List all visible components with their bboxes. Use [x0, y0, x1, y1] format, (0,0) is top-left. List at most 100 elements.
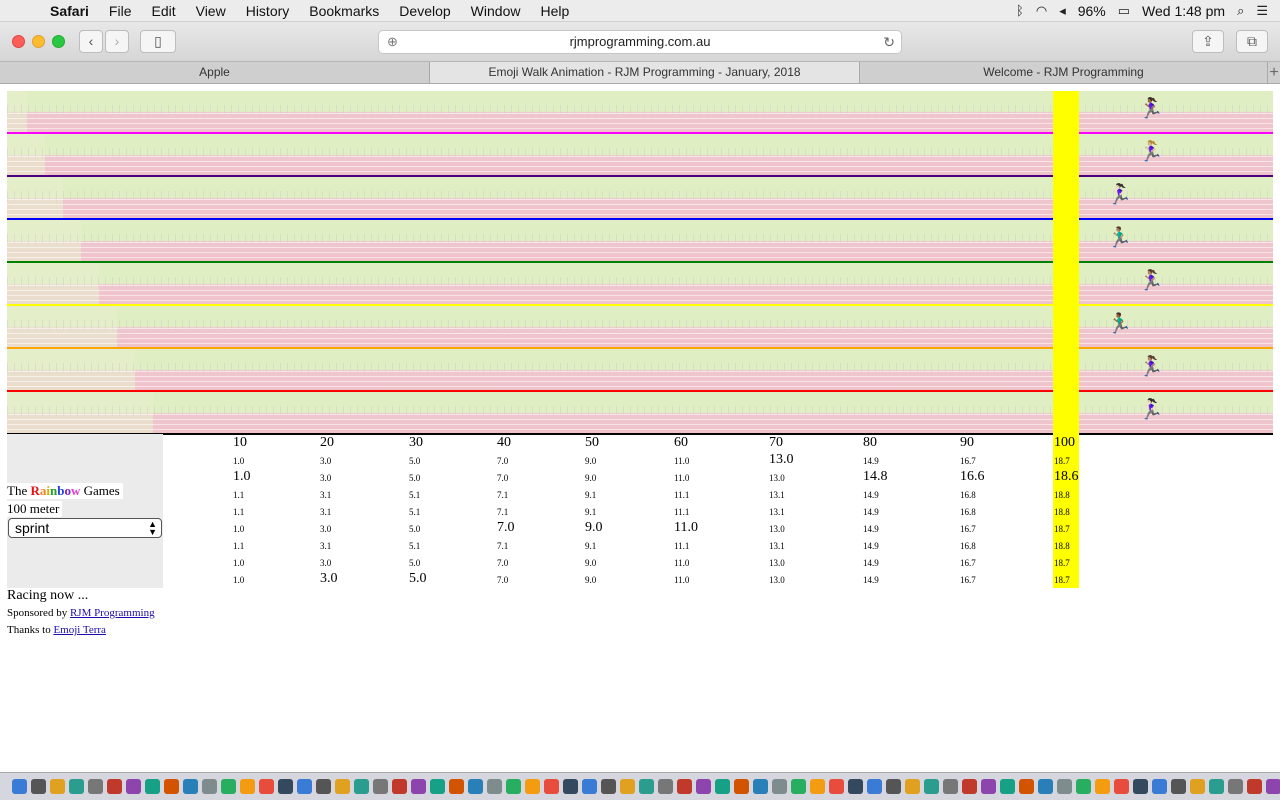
dock-app-icon[interactable] [962, 779, 977, 794]
minimize-window-button[interactable] [32, 35, 45, 48]
dock-app-icon[interactable] [696, 779, 711, 794]
dock-app-icon[interactable] [354, 779, 369, 794]
tab-emoji-walk[interactable]: Emoji Walk Animation - RJM Programming -… [430, 62, 860, 83]
dock-app-icon[interactable] [1038, 779, 1053, 794]
tab-apple[interactable]: Apple [0, 62, 430, 83]
emoji-terra-link[interactable]: Emoji Terra [53, 624, 105, 636]
dock-app-icon[interactable] [563, 779, 578, 794]
dock-app-icon[interactable] [905, 779, 920, 794]
dock-app-icon[interactable] [734, 779, 749, 794]
dock-app-icon[interactable] [677, 779, 692, 794]
dock-app-icon[interactable] [639, 779, 654, 794]
dock-app-icon[interactable] [1152, 779, 1167, 794]
dock-app-icon[interactable] [1057, 779, 1072, 794]
battery-percent[interactable]: 96% [1078, 3, 1106, 19]
sponsor-link[interactable]: RJM Programming [70, 607, 155, 619]
dock-app-icon[interactable] [1114, 779, 1129, 794]
dock-app-icon[interactable] [791, 779, 806, 794]
close-window-button[interactable] [12, 35, 25, 48]
dock-app-icon[interactable] [221, 779, 236, 794]
dock-app-icon[interactable] [411, 779, 426, 794]
new-tab-button[interactable]: + [1268, 62, 1280, 83]
menu-app-safari[interactable]: Safari [40, 0, 99, 22]
dock-app-icon[interactable] [829, 779, 844, 794]
dock-app-icon[interactable] [1000, 779, 1015, 794]
notification-center-icon[interactable]: ☰ [1256, 3, 1268, 19]
dock-app-icon[interactable] [1190, 779, 1205, 794]
reload-icon[interactable]: ↻ [883, 31, 895, 53]
dock-app-icon[interactable] [848, 779, 863, 794]
dock-app-icon[interactable] [202, 779, 217, 794]
dock-app-icon[interactable] [50, 779, 65, 794]
dock-app-icon[interactable] [164, 779, 179, 794]
dock-app-icon[interactable] [107, 779, 122, 794]
dock-app-icon[interactable] [867, 779, 882, 794]
dock-app-icon[interactable] [658, 779, 673, 794]
dock-app-icon[interactable] [1133, 779, 1148, 794]
dock-app-icon[interactable] [753, 779, 768, 794]
dock-app-icon[interactable] [1095, 779, 1110, 794]
dock-app-icon[interactable] [259, 779, 274, 794]
dock-app-icon[interactable] [145, 779, 160, 794]
menu-view[interactable]: View [186, 0, 236, 22]
dock-app-icon[interactable] [278, 779, 293, 794]
dock-app-icon[interactable] [620, 779, 635, 794]
dock-app-icon[interactable] [392, 779, 407, 794]
menu-file[interactable]: File [99, 0, 142, 22]
dock-app-icon[interactable] [449, 779, 464, 794]
dock-app-icon[interactable] [601, 779, 616, 794]
dock-app-icon[interactable] [88, 779, 103, 794]
dock-app-icon[interactable] [924, 779, 939, 794]
dock-app-icon[interactable] [297, 779, 312, 794]
dock-app-icon[interactable] [544, 779, 559, 794]
add-bookmark-icon[interactable]: ⊕ [387, 31, 398, 53]
dock-app-icon[interactable] [316, 779, 331, 794]
share-button[interactable]: ⇪ [1192, 30, 1224, 53]
dock-app-icon[interactable] [772, 779, 787, 794]
dock-app-icon[interactable] [1266, 779, 1280, 794]
dock-app-icon[interactable] [506, 779, 521, 794]
dock-app-icon[interactable] [31, 779, 46, 794]
menu-edit[interactable]: Edit [141, 0, 185, 22]
dock-app-icon[interactable] [981, 779, 996, 794]
clock[interactable]: Wed 1:48 pm [1142, 3, 1225, 19]
dock-app-icon[interactable] [715, 779, 730, 794]
dock-app-icon[interactable] [582, 779, 597, 794]
menu-history[interactable]: History [236, 0, 300, 22]
show-tabs-button[interactable]: ⧉ [1236, 30, 1268, 53]
event-select[interactable]: sprint ▲ ▼ [8, 518, 162, 538]
sidebar-toggle-button[interactable]: ▯ [140, 30, 176, 53]
dock-app-icon[interactable] [886, 779, 901, 794]
zoom-window-button[interactable] [52, 35, 65, 48]
dock-app-icon[interactable] [810, 779, 825, 794]
dock-app-icon[interactable] [468, 779, 483, 794]
volume-icon[interactable]: ◂ [1059, 3, 1066, 19]
dock-app-icon[interactable] [1076, 779, 1091, 794]
dock-app-icon[interactable] [12, 779, 27, 794]
dock-app-icon[interactable] [943, 779, 958, 794]
dock-app-icon[interactable] [1228, 779, 1243, 794]
bluetooth-icon[interactable]: ᛒ [1016, 3, 1024, 18]
forward-button[interactable]: › [105, 30, 129, 53]
dock-app-icon[interactable] [487, 779, 502, 794]
menu-help[interactable]: Help [530, 0, 579, 22]
dock-app-icon[interactable] [69, 779, 84, 794]
dock-app-icon[interactable] [183, 779, 198, 794]
address-bar[interactable]: ⊕ rjmprogramming.com.au ↻ [378, 30, 902, 54]
dock-app-icon[interactable] [1209, 779, 1224, 794]
menu-develop[interactable]: Develop [389, 0, 460, 22]
dock-app-icon[interactable] [1247, 779, 1262, 794]
battery-icon[interactable]: ▭ [1118, 3, 1130, 19]
dock-app-icon[interactable] [430, 779, 445, 794]
dock-app-icon[interactable] [126, 779, 141, 794]
wifi-icon[interactable]: ◠ [1036, 3, 1047, 19]
dock-app-icon[interactable] [525, 779, 540, 794]
spotlight-search-icon[interactable]: ⌕ [1237, 3, 1244, 19]
dock-app-icon[interactable] [240, 779, 255, 794]
dock-app-icon[interactable] [1171, 779, 1186, 794]
menu-bookmarks[interactable]: Bookmarks [299, 0, 389, 22]
dock-app-icon[interactable] [373, 779, 388, 794]
tab-welcome[interactable]: Welcome - RJM Programming [860, 62, 1268, 83]
back-button[interactable]: ‹ [79, 30, 103, 53]
dock-app-icon[interactable] [335, 779, 350, 794]
